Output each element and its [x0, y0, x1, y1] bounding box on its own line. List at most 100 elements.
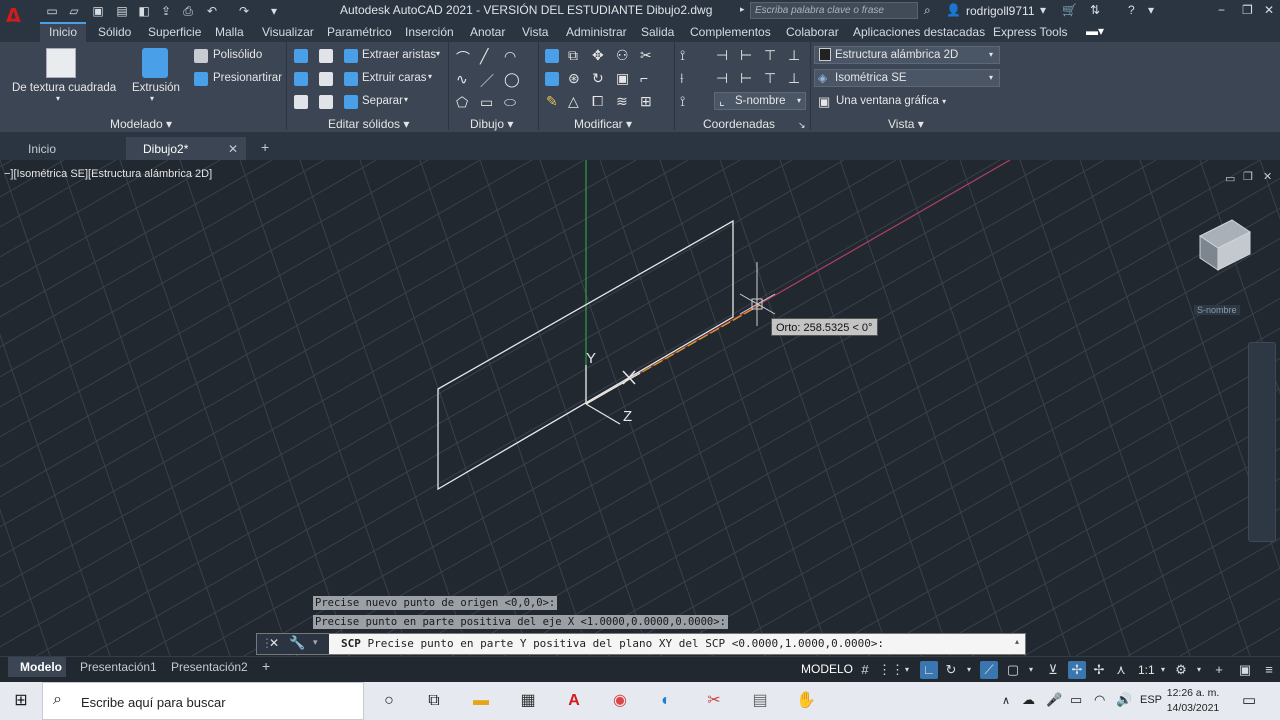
polar-icon[interactable]: ↻	[942, 661, 960, 679]
calculator-icon[interactable]: ▦	[516, 689, 540, 713]
recent-commands-icon[interactable]: ▾	[313, 637, 318, 648]
tab-malla[interactable]: Malla	[215, 25, 244, 39]
ucs-3point-icon[interactable]: ⟟	[680, 93, 685, 110]
microphone-icon[interactable]: 🎤	[1046, 692, 1062, 708]
tab-inicio[interactable]: Inicio	[49, 25, 77, 39]
tab-solido[interactable]: Sólido	[98, 25, 131, 39]
mirror-icon[interactable]	[545, 72, 559, 86]
rectangle-icon[interactable]: ▭	[480, 94, 493, 111]
ellipse-icon[interactable]: ⬭	[504, 94, 516, 111]
search-input[interactable]: Escriba palabra clave o frase	[750, 2, 918, 19]
viewport-controls-label[interactable]: −][Isométrica SE][Estructura alámbrica 2…	[4, 168, 212, 180]
language-indicator[interactable]: ESP	[1140, 694, 1162, 706]
annotation-scale-icon[interactable]: ⋏	[1112, 661, 1130, 679]
panel-title-editar-solidos[interactable]: Editar sólidos ▾	[328, 117, 409, 131]
box-button[interactable]: De textura cuadrada	[12, 82, 116, 94]
move-icon[interactable]: ✥	[592, 47, 604, 64]
arc-icon[interactable]: ◠	[504, 48, 516, 65]
print-icon[interactable]: ⎙	[180, 3, 196, 19]
panel-title-coordenadas[interactable]: Coordenadas	[703, 117, 775, 131]
minimize-icon[interactable]: −	[1218, 3, 1225, 17]
align-icon[interactable]: ▣	[616, 70, 629, 87]
slice-icon[interactable]	[319, 72, 333, 86]
panel-title-vista[interactable]: Vista ▾	[888, 117, 924, 131]
close-command-line-icon[interactable]: ✕	[269, 636, 279, 650]
rotate-icon[interactable]: ↻	[592, 70, 604, 87]
extract-edges-icon[interactable]	[344, 49, 358, 63]
annotation-visibility-icon[interactable]: ✢	[1068, 661, 1086, 679]
cart-icon[interactable]: 🛒	[1062, 3, 1077, 17]
ucs-previous-icon[interactable]: ⊢	[740, 47, 752, 64]
subtract-icon[interactable]	[319, 49, 333, 63]
tab-parametrico[interactable]: Paramétrico	[327, 25, 392, 39]
restore-icon[interactable]: ❐	[1242, 3, 1253, 17]
panel-title-dibujo[interactable]: Dibujo ▾	[470, 117, 513, 131]
ucs-view-icon[interactable]: ⊣	[716, 70, 728, 87]
close-tab-icon[interactable]: ✕	[228, 142, 238, 156]
autocad-taskbar-icon[interactable]: A	[562, 689, 586, 713]
polygon-icon[interactable]: ⬠	[456, 94, 468, 111]
shell-icon[interactable]	[319, 95, 333, 109]
battery-icon[interactable]: ▭	[1070, 692, 1082, 708]
move-dots-icon[interactable]	[545, 49, 559, 63]
polysolid-button[interactable]: Polisólido	[213, 49, 262, 61]
panel-title-modelado[interactable]: Modelado ▾	[110, 117, 172, 131]
tab-administrar[interactable]: Administrar	[566, 25, 627, 39]
interfere-icon[interactable]	[294, 95, 308, 109]
windows-start-icon[interactable]: ⊞	[9, 689, 33, 713]
fillet-icon[interactable]: ⌐	[640, 70, 648, 86]
coord-panel-launcher-icon[interactable]: ↘	[798, 120, 806, 131]
extrude-faces-button[interactable]: Extruir caras	[362, 72, 427, 84]
isolate-icon[interactable]: ▣	[1236, 661, 1254, 679]
app-icon[interactable]: ✋	[794, 689, 818, 713]
web-mobile-icon[interactable]: ◧	[136, 3, 152, 19]
scale-icon[interactable]: ⧠	[592, 93, 603, 110]
customize-wrench-icon[interactable]: 🔧	[289, 635, 305, 651]
navigation-bar[interactable]	[1248, 342, 1276, 542]
save-icon[interactable]: ▣	[90, 3, 106, 19]
extrude-faces-dropdown-icon[interactable]: ▾	[428, 72, 432, 81]
user-name[interactable]: rodrigoll9711	[966, 4, 1035, 18]
wifi-icon[interactable]: ◠	[1094, 692, 1105, 708]
rect-array-icon[interactable]: ⊞	[640, 93, 652, 110]
presspull-button[interactable]: Presionartirar	[213, 72, 282, 84]
tab-anotar[interactable]: Anotar	[470, 25, 505, 39]
ucs-world-icon[interactable]: ⊣	[716, 47, 728, 64]
tab-colaborar[interactable]: Colaborar	[786, 25, 839, 39]
extract-edges-button[interactable]: Extraer aristas	[362, 49, 436, 61]
layout-tab-presentacion1[interactable]: Presentación1	[80, 660, 157, 674]
ucs-object-icon[interactable]: ⊥	[788, 47, 800, 64]
ucs-x-icon[interactable]: ⊢	[740, 70, 752, 87]
snipping-tool-icon[interactable]: ✂	[702, 689, 726, 713]
dropdown-icon[interactable]: ▾	[1040, 3, 1046, 17]
viewport-minimize-icon[interactable]: ▭	[1225, 172, 1235, 185]
publish-icon[interactable]: ⇪	[158, 3, 174, 19]
separate-dropdown-icon[interactable]: ▾	[404, 95, 408, 104]
ucs-face-icon[interactable]: ⊤	[764, 47, 776, 64]
construction-line-icon[interactable]: ／	[480, 71, 494, 91]
erase-icon[interactable]: ✎	[546, 93, 558, 110]
osnap-icon[interactable]: ▢	[1004, 661, 1022, 679]
undo-icon[interactable]: ↶	[204, 3, 220, 19]
ucs-y-icon[interactable]: ⊤	[764, 70, 776, 87]
extrude-faces-icon[interactable]	[344, 72, 358, 86]
panel-title-modificar[interactable]: Modificar ▾	[574, 117, 632, 131]
grid-icon[interactable]: #	[856, 661, 874, 679]
polar-dropdown-icon[interactable]: ▾	[960, 661, 978, 679]
tab-aplicaciones[interactable]: Aplicaciones destacadas	[853, 25, 985, 39]
file-explorer-icon[interactable]: ▬	[469, 689, 493, 713]
named-ucs-dropdown[interactable]: ⌞ S-nombre ▾	[714, 92, 806, 110]
line-icon[interactable]: ╱	[480, 48, 488, 65]
doc-tab-inicio[interactable]: Inicio	[28, 142, 56, 156]
add-icon[interactable]: +	[1210, 661, 1228, 679]
onedrive-icon[interactable]: ☁	[1022, 692, 1035, 708]
tab-superficie[interactable]: Superficie	[148, 25, 201, 39]
save-as-icon[interactable]: ▤	[114, 3, 130, 19]
cortana-icon[interactable]: ○	[377, 689, 401, 713]
osnap-dropdown-icon[interactable]: ▾	[1022, 661, 1040, 679]
edge-icon[interactable]: ◐	[654, 689, 678, 713]
open-folder-icon[interactable]: ▱	[66, 3, 82, 19]
view-dropdown[interactable]: ◈ Isométrica SE ▾	[814, 69, 1000, 87]
workspace-dropdown-icon[interactable]: ▾	[1190, 661, 1208, 679]
ucs-z-icon[interactable]: ⊥	[788, 70, 800, 87]
